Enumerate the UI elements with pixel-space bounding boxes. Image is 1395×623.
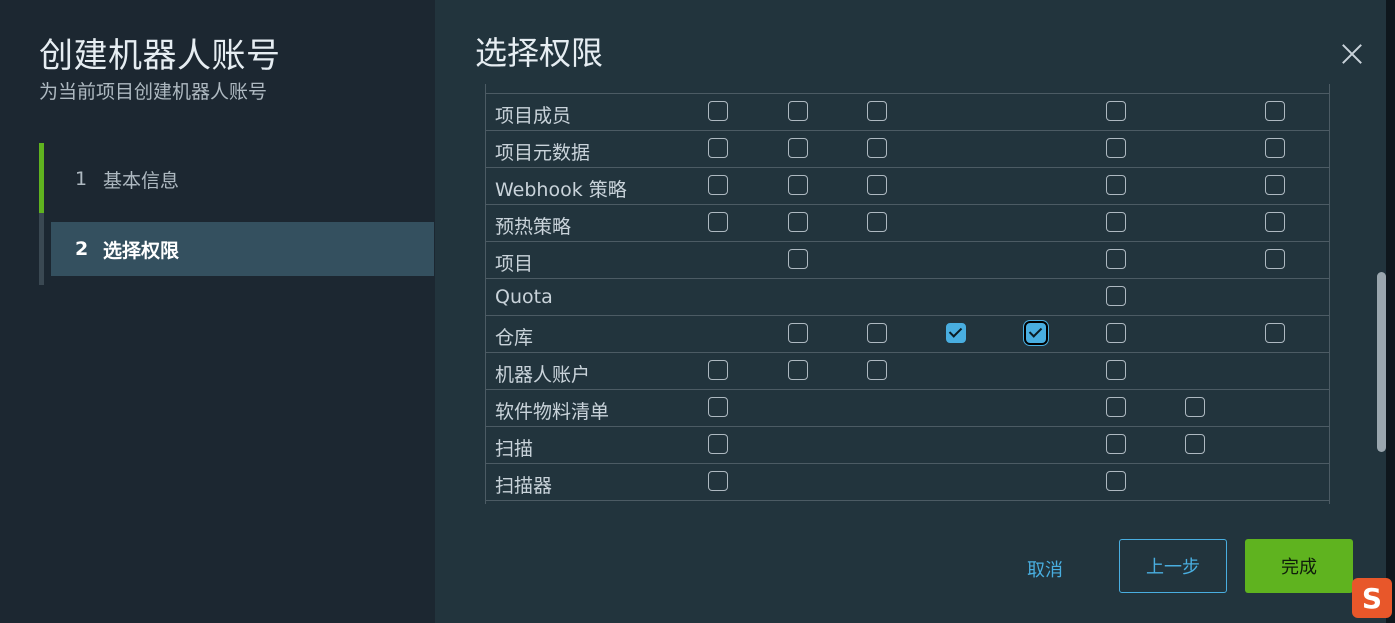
steps-progress-done	[39, 143, 44, 213]
ime-logo-icon[interactable]: S	[1352, 578, 1392, 618]
permission-row: 仓库	[486, 315, 1329, 352]
permission-checkbox[interactable]	[708, 138, 728, 158]
permission-checkbox[interactable]	[867, 101, 887, 121]
permission-checkbox[interactable]	[1026, 323, 1046, 343]
permission-checkbox[interactable]	[867, 360, 887, 380]
permission-label: 软件物料清单	[495, 401, 610, 423]
permission-label: 项目	[495, 253, 534, 275]
step-basic-info[interactable]: 1 基本信息	[51, 152, 434, 206]
step-label: 基本信息	[103, 169, 180, 192]
permission-row	[486, 500, 1329, 504]
step-number: 2	[75, 238, 89, 260]
permission-checkbox[interactable]	[708, 360, 728, 380]
permission-checkbox[interactable]	[708, 101, 728, 121]
permission-label: 扫描器	[495, 475, 553, 497]
permission-checkbox[interactable]	[1106, 175, 1126, 195]
permission-checkbox[interactable]	[708, 434, 728, 454]
permission-row	[486, 84, 1329, 93]
permission-row: 软件物料清单	[486, 389, 1329, 426]
permission-checkbox[interactable]	[1106, 323, 1126, 343]
permission-checkbox[interactable]	[1106, 471, 1126, 491]
permission-row: Webhook 策略	[486, 167, 1329, 204]
permission-checkbox[interactable]	[1106, 434, 1126, 454]
permission-checkbox[interactable]	[1265, 138, 1285, 158]
permission-checkbox[interactable]	[1265, 175, 1285, 195]
permission-checkbox[interactable]	[788, 212, 808, 232]
wizard-title: 创建机器人账号	[39, 36, 281, 76]
permission-row: Quota	[486, 278, 1329, 315]
permission-checkbox[interactable]	[867, 175, 887, 195]
permission-checkbox[interactable]	[1185, 434, 1205, 454]
permission-checkbox[interactable]	[788, 138, 808, 158]
permission-checkbox[interactable]	[946, 323, 966, 343]
permission-checkbox[interactable]	[1106, 101, 1126, 121]
scrollbar-thumb[interactable]	[1377, 272, 1386, 452]
permission-checkbox[interactable]	[1185, 397, 1205, 417]
permission-label: 扫描	[495, 438, 534, 460]
window-edge	[1386, 0, 1395, 623]
permission-checkbox[interactable]	[1265, 323, 1285, 343]
finish-button[interactable]: 完成	[1245, 539, 1353, 593]
panel-title: 选择权限	[475, 34, 604, 72]
back-button[interactable]: 上一步	[1119, 539, 1227, 593]
permission-label: 预热策略	[495, 216, 572, 238]
permission-checkbox[interactable]	[788, 175, 808, 195]
permission-checkbox[interactable]	[788, 249, 808, 269]
permission-label: Quota	[495, 286, 553, 308]
step-number: 1	[75, 168, 88, 190]
permission-row: 项目成员	[486, 93, 1329, 130]
permission-checkbox[interactable]	[788, 360, 808, 380]
permission-checkbox[interactable]	[1106, 249, 1126, 269]
cancel-button[interactable]: 取消	[1027, 556, 1063, 582]
permission-checkbox[interactable]	[1265, 101, 1285, 121]
permission-row: 项目元数据	[486, 130, 1329, 167]
permission-label: Webhook 策略	[495, 179, 627, 201]
permissions-table: 项目成员项目元数据 Webhook 策略 预热策略项目 Quota 仓库机器人账户软件物…	[485, 84, 1330, 504]
permission-label: 仓库	[495, 327, 534, 349]
permission-checkbox[interactable]	[1106, 397, 1126, 417]
permission-checkbox[interactable]	[708, 471, 728, 491]
permission-label: 项目成员	[495, 105, 572, 127]
permission-checkbox[interactable]	[788, 323, 808, 343]
steps-progress-rail	[39, 143, 44, 285]
permission-checkbox[interactable]	[708, 175, 728, 195]
permission-checkbox[interactable]	[1106, 138, 1126, 158]
permission-checkbox[interactable]	[1265, 212, 1285, 232]
permission-checkbox[interactable]	[1106, 286, 1126, 306]
permission-checkbox[interactable]	[788, 101, 808, 121]
permission-checkbox[interactable]	[1265, 249, 1285, 269]
permission-row: 项目	[486, 241, 1329, 278]
permission-checkbox[interactable]	[708, 397, 728, 417]
close-icon[interactable]	[1338, 40, 1366, 68]
permission-checkbox[interactable]	[1106, 212, 1126, 232]
permission-checkbox[interactable]	[867, 138, 887, 158]
permission-checkbox[interactable]	[708, 212, 728, 232]
permission-checkbox[interactable]	[867, 212, 887, 232]
wizard-nav-panel: 创建机器人账号 为当前项目创建机器人账号 1 基本信息 2 选择权限	[0, 0, 435, 623]
step-select-permissions[interactable]: 2 选择权限	[51, 222, 434, 276]
permission-checkbox[interactable]	[867, 323, 887, 343]
wizard-subtitle: 为当前项目创建机器人账号	[39, 81, 268, 103]
permissions-panel: 选择权限 项目成员项目元数据 Webhook 策略 预热策略项目 Quota 仓库机器人…	[435, 0, 1395, 623]
permission-row: 预热策略	[486, 204, 1329, 241]
permission-row: 机器人账户	[486, 352, 1329, 389]
permission-label: 项目元数据	[495, 142, 591, 164]
permission-row: 扫描	[486, 426, 1329, 463]
permission-label: 机器人账户	[495, 364, 591, 386]
permission-checkbox[interactable]	[1106, 360, 1126, 380]
permission-row: 扫描器	[486, 463, 1329, 500]
step-label: 选择权限	[103, 239, 180, 262]
